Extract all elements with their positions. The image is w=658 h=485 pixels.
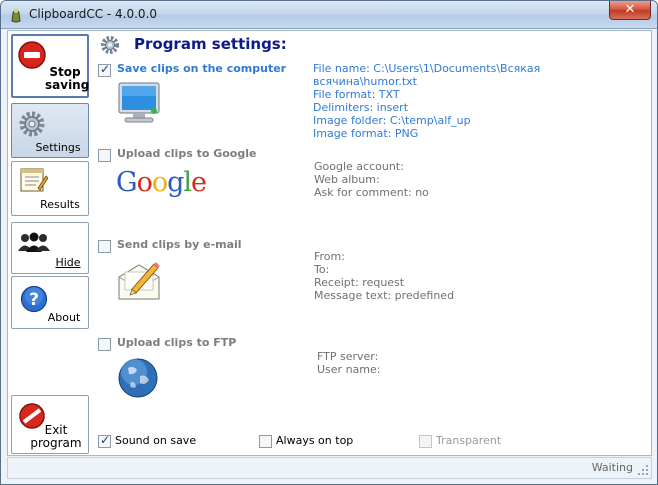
google-letter: e bbox=[191, 167, 207, 198]
envelope-pencil-icon bbox=[118, 262, 160, 300]
resize-grip-icon[interactable] bbox=[637, 464, 649, 476]
users-icon bbox=[18, 232, 50, 252]
svg-text:?: ? bbox=[29, 290, 39, 310]
always-on-top-checkbox[interactable] bbox=[259, 435, 272, 448]
google-logo-icon: Google bbox=[116, 167, 207, 198]
google-letter: o bbox=[136, 167, 153, 198]
page-title: Program settings: bbox=[134, 35, 287, 53]
sound-on-save-checkbox[interactable] bbox=[98, 433, 111, 448]
app-window: ClipboardCC - 4.0.0.0 ✕ Stop saving Sett… bbox=[0, 0, 658, 485]
gear-icon bbox=[19, 111, 45, 137]
ftp-settings-info: FTP server: User name: bbox=[317, 350, 381, 376]
upload-ftp-checkbox[interactable] bbox=[98, 338, 111, 351]
save-to-computer-checkbox[interactable] bbox=[98, 62, 111, 77]
google-letter: G bbox=[116, 167, 138, 198]
gear-icon bbox=[101, 36, 119, 54]
transparent-checkbox[interactable] bbox=[419, 435, 432, 448]
status-bar: Waiting bbox=[7, 457, 652, 479]
stop-label-line2: saving bbox=[45, 78, 90, 92]
sidebar-item-settings[interactable]: Settings bbox=[11, 103, 89, 158]
upload-ftp-label[interactable]: Upload clips to FTP bbox=[117, 336, 236, 349]
stop-saving-button[interactable]: Stop saving bbox=[11, 34, 89, 98]
app-icon bbox=[11, 9, 21, 23]
title-bar[interactable]: ClipboardCC - 4.0.0.0 ✕ bbox=[1, 1, 657, 29]
exit-label-line2: program bbox=[30, 436, 82, 450]
computer-settings-info: File name: C:\Users\1\Documents\Всякая в… bbox=[313, 62, 541, 140]
send-email-label[interactable]: Send clips by e-mail bbox=[117, 238, 242, 251]
save-to-computer-label[interactable]: Save clips on the computer bbox=[117, 62, 286, 75]
sound-on-save-label[interactable]: Sound on save bbox=[115, 434, 196, 447]
upload-google-label[interactable]: Upload clips to Google bbox=[117, 147, 256, 160]
always-on-top-label[interactable]: Always on top bbox=[276, 434, 353, 447]
client-area: Stop saving Settings Results Hide ? Abou… bbox=[7, 30, 652, 456]
monitor-icon bbox=[118, 82, 160, 123]
close-icon: ✕ bbox=[624, 2, 636, 17]
about-label: About bbox=[47, 311, 81, 324]
hide-label: Hide bbox=[55, 256, 81, 269]
sidebar-item-results[interactable]: Results bbox=[11, 161, 89, 216]
close-button[interactable]: ✕ bbox=[609, 1, 651, 20]
google-letter: o bbox=[151, 167, 168, 198]
globe-icon bbox=[118, 358, 158, 398]
help-icon: ? bbox=[20, 285, 48, 313]
sidebar-item-about[interactable]: ? About bbox=[11, 276, 89, 329]
window-title: ClipboardCC - 4.0.0.0 bbox=[29, 7, 158, 21]
google-letter: g bbox=[167, 167, 184, 198]
google-letter: l bbox=[183, 167, 192, 198]
exit-program-button[interactable]: Exit program bbox=[11, 395, 89, 454]
stop-icon bbox=[18, 41, 46, 69]
status-text: Waiting bbox=[591, 461, 633, 474]
results-label: Results bbox=[40, 198, 80, 211]
sidebar-item-hide[interactable]: Hide bbox=[11, 222, 89, 274]
settings-label: Settings bbox=[35, 141, 81, 154]
notepad-icon bbox=[20, 168, 48, 192]
transparent-label[interactable]: Transparent bbox=[436, 434, 501, 447]
send-email-checkbox[interactable] bbox=[98, 240, 111, 253]
google-settings-info: Google account: Web album: Ask for comme… bbox=[314, 160, 429, 199]
upload-google-checkbox[interactable] bbox=[98, 149, 111, 162]
email-settings-info: From: To: Receipt: request Message text:… bbox=[314, 250, 455, 302]
